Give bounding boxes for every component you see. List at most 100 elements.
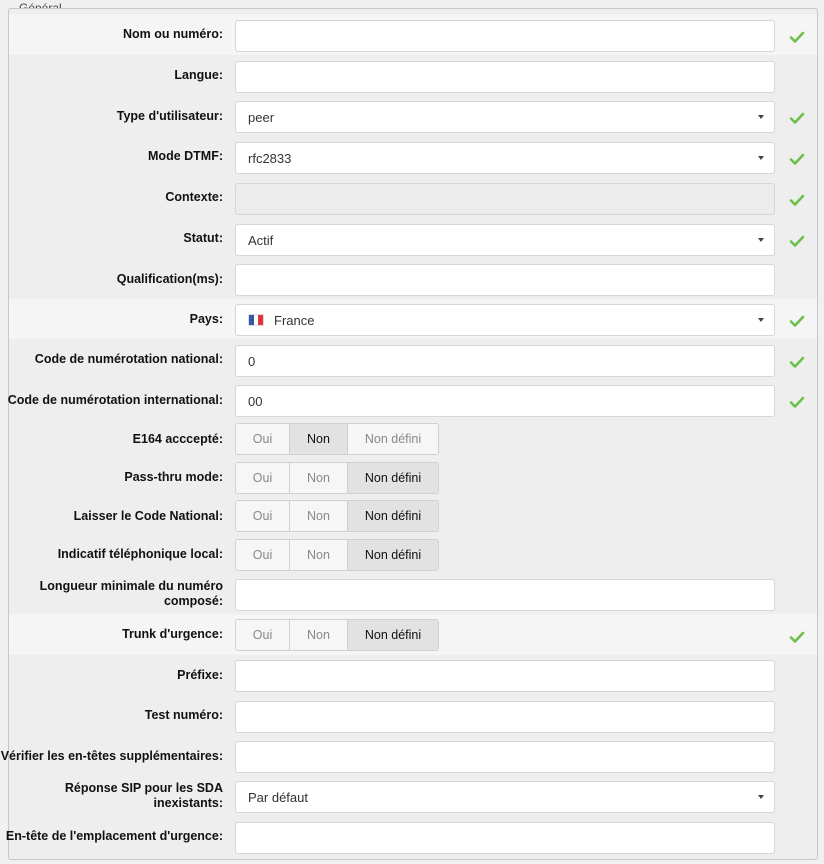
check-icon	[789, 394, 805, 410]
check-icon	[789, 192, 805, 208]
field-label: Statut:	[183, 231, 223, 245]
text-input[interactable]	[235, 264, 775, 296]
toggle-oui-button[interactable]: Oui	[236, 540, 290, 570]
form-row: Nom ou numéro:	[9, 14, 817, 55]
field-label: Trunk d'urgence:	[122, 627, 223, 641]
form-row: En-tête de l'emplacement d'urgence:	[6, 816, 817, 857]
field-label: Type d'utilisateur:	[116, 108, 223, 123]
toggle-oui-button[interactable]: Oui	[236, 424, 290, 454]
text-input[interactable]	[235, 660, 775, 692]
field-value: 00	[248, 393, 263, 409]
form-row: Type d'utilisateur: peer	[9, 96, 817, 136]
form-row: Vérifier les en-têtes supplémentaires:	[1, 736, 817, 776]
form-row: Qualification(ms):	[9, 259, 817, 299]
text-input[interactable]	[235, 579, 775, 611]
form-row: Pass-thru mode: Oui Non Non défini	[9, 458, 817, 497]
text-input[interactable]	[235, 61, 775, 93]
field-value: peer	[248, 109, 275, 125]
form-row: Code de numérotation international: 00	[8, 380, 817, 420]
field-value: Par défaut	[248, 789, 308, 805]
field-label: Code de numérotation national:	[34, 352, 223, 366]
disabled-field	[235, 183, 775, 215]
france-flag-icon	[248, 314, 264, 326]
select-field[interactable]: Actif	[235, 224, 775, 256]
field-label: Langue:	[174, 68, 223, 82]
field-label: Pass-thru mode:	[124, 470, 223, 484]
form-row: Pays: France	[9, 299, 817, 339]
field-label: Nom ou numéro:	[123, 27, 223, 41]
check-icon	[789, 629, 805, 645]
field-label: Pays:	[189, 311, 223, 326]
toggle-oui-button[interactable]: Oui	[236, 463, 290, 493]
field-label: Vérifier les en-têtes supplémentaires:	[0, 748, 223, 763]
toggle-non-button[interactable]: Non	[290, 620, 348, 650]
caret-down-icon	[758, 795, 764, 799]
toggle-group: Oui Non Non défini	[235, 619, 439, 651]
toggle-non-defini-button[interactable]: Non défini	[348, 501, 438, 531]
select-field[interactable]: rfc2833	[235, 142, 775, 174]
toggle-non-defini-button[interactable]: Non défini	[348, 620, 438, 650]
caret-down-icon	[758, 318, 764, 322]
toggle-oui-button[interactable]: Oui	[236, 620, 290, 650]
toggle-group: Oui Non Non défini	[235, 462, 439, 494]
form-row: Statut: Actif	[9, 218, 817, 259]
form-row: Mode DTMF: rfc2833	[9, 136, 817, 177]
text-input[interactable]	[235, 822, 775, 854]
form-row: Laisser le Code National: Oui Non Non défin…	[9, 497, 817, 535]
check-icon	[789, 110, 805, 126]
form-row: E164 acccepté: Oui Non Non défini	[9, 420, 817, 458]
field-label: Longueur minimale du numéro composé:	[39, 579, 223, 608]
select-field[interactable]: France	[235, 304, 775, 336]
field-label: Réponse SIP pour les SDA inexistants:	[64, 781, 223, 810]
field-value: 0	[248, 353, 256, 369]
field-label: E164 acccepté:	[132, 431, 223, 446]
toggle-non-button[interactable]: Non	[290, 424, 348, 454]
toggle-non-button[interactable]: Non	[290, 501, 348, 531]
field-value: Actif	[248, 232, 274, 248]
check-icon	[789, 354, 805, 370]
field-label: Qualification(ms):	[116, 271, 223, 286]
field-label: Mode DTMF:	[148, 149, 223, 163]
field-value: rfc2833	[248, 150, 292, 166]
form-row: Préfixe:	[9, 655, 817, 695]
caret-down-icon	[758, 156, 764, 160]
toggle-non-defini-button[interactable]: Non défini	[348, 463, 438, 493]
form-row: Indicatif téléphonique local: Oui Non Non d…	[9, 535, 817, 574]
form-row: Longueur minimale du numéro composé:	[9, 574, 817, 614]
text-input[interactable]: 0	[235, 345, 775, 377]
text-input[interactable]	[235, 741, 775, 773]
text-input[interactable]	[235, 20, 775, 52]
toggle-group: Oui Non Non défini	[235, 539, 439, 571]
text-input[interactable]: 00	[235, 385, 775, 417]
select-field[interactable]: Par défaut	[235, 781, 775, 813]
text-input[interactable]	[235, 701, 775, 733]
form-row: Code de numérotation national: 0	[9, 339, 817, 380]
toggle-oui-button[interactable]: Oui	[236, 501, 290, 531]
check-icon	[789, 233, 805, 249]
form-row: Test numéro:	[9, 695, 817, 736]
field-label: En-tête de l'emplacement d'urgence:	[5, 829, 223, 843]
field-value: France	[274, 312, 315, 328]
select-field[interactable]: peer	[235, 101, 775, 133]
field-label: Laisser le Code National:	[73, 508, 223, 523]
form-row: Réponse SIP pour les SDA inexistants: Par…	[9, 776, 817, 816]
check-icon	[789, 29, 805, 45]
check-icon	[789, 151, 805, 167]
field-label: Indicatif téléphonique local:	[57, 547, 223, 561]
field-label: Test numéro:	[144, 708, 223, 722]
check-icon	[789, 313, 805, 329]
field-label: Code de numérotation international:	[7, 392, 223, 407]
toggle-group: Oui Non Non défini	[235, 500, 439, 532]
field-label: Contexte:	[165, 190, 223, 204]
caret-down-icon	[758, 115, 764, 119]
form-row: Contexte:	[9, 177, 817, 218]
toggle-group: Oui Non Non défini	[235, 423, 439, 455]
toggle-non-button[interactable]: Non	[290, 463, 348, 493]
toggle-non-defini-button[interactable]: Non défini	[348, 540, 438, 570]
toggle-non-button[interactable]: Non	[290, 540, 348, 570]
caret-down-icon	[758, 238, 764, 242]
form-row: Trunk d'urgence: Oui Non Non défini	[9, 614, 817, 655]
toggle-non-defini-button[interactable]: Non défini	[348, 424, 438, 454]
field-label: Préfixe:	[177, 667, 223, 682]
form-row: Langue:	[9, 55, 817, 96]
